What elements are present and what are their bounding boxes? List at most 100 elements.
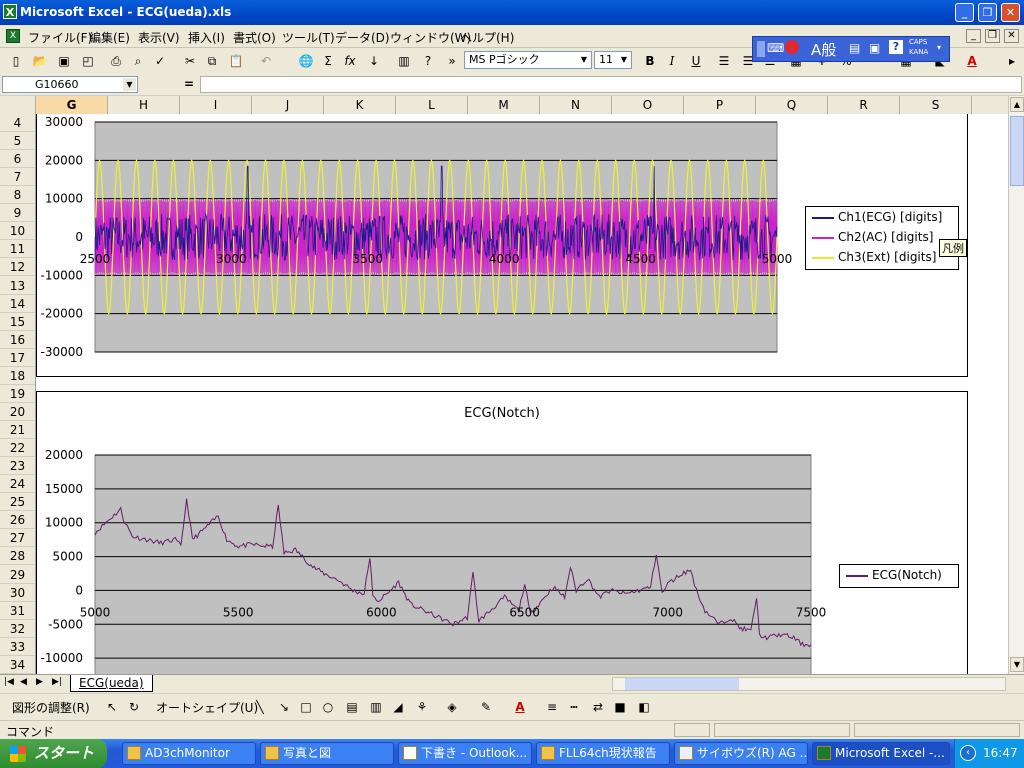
row-header-23[interactable]: 23 [0, 457, 35, 476]
line-color-icon[interactable]: ✎ [476, 697, 496, 717]
excel-app-icon[interactable]: X [3, 4, 17, 19]
toolbar-options-icon[interactable]: » [442, 51, 462, 71]
sort-ascending-icon[interactable]: ↓ [364, 51, 384, 71]
chart-1[interactable]: 30000 20000 10000 0 -10000 -20000 -30000 2500 30… [36, 114, 968, 377]
column-header-o[interactable]: O [612, 96, 684, 114]
row-header-21[interactable]: 21 [0, 421, 35, 440]
copy-icon[interactable]: ⧉ [202, 51, 222, 71]
new-icon[interactable]: ▯ [6, 51, 26, 71]
restore-button[interactable]: ❐ [978, 3, 997, 22]
column-header-l[interactable]: L [396, 96, 468, 114]
workbook-icon[interactable]: X [6, 29, 20, 43]
row-header-32[interactable]: 32 [0, 620, 35, 638]
formula-input[interactable] [200, 76, 1022, 93]
print-preview-icon[interactable]: ⌕ [128, 51, 148, 71]
row-header-9[interactable]: 9 [0, 204, 35, 223]
row-header-10[interactable]: 10 [0, 222, 35, 241]
column-header-q[interactable]: Q [756, 96, 828, 114]
prev-sheet-icon[interactable]: ◀ [20, 677, 27, 687]
scroll-down-arrow-icon[interactable]: ▼ [1010, 657, 1024, 672]
column-header-g[interactable]: G [36, 96, 108, 114]
row-header-26[interactable]: 26 [0, 511, 35, 530]
row-header-22[interactable]: 22 [0, 439, 35, 458]
ime-options-icon[interactable]: ▾ [937, 43, 941, 52]
help-icon[interactable]: ? [418, 51, 438, 71]
row-header-5[interactable]: 5 [0, 132, 35, 151]
menu-data[interactable]: データ(D) [335, 29, 390, 46]
function-icon[interactable]: fx [340, 51, 360, 71]
horizontal-scroll-thumb[interactable] [625, 678, 739, 690]
row-header-27[interactable]: 27 [0, 529, 35, 548]
line-style-icon[interactable]: ≡ [542, 697, 562, 717]
row-header-24[interactable]: 24 [0, 475, 35, 494]
row-header-19[interactable]: 19 [0, 385, 35, 403]
row-header-28[interactable]: 28 [0, 547, 35, 566]
italic-button[interactable]: I [662, 51, 682, 71]
column-header-n[interactable]: N [540, 96, 612, 114]
font-name-select[interactable]: MS Pゴシック ▼ [464, 51, 592, 69]
row-header-13[interactable]: 13 [0, 277, 35, 295]
row-header-30[interactable]: 30 [0, 584, 35, 602]
row-header-20[interactable]: 20 [0, 403, 35, 421]
row-header-29[interactable]: 29 [0, 566, 35, 584]
align-left-icon[interactable]: ☰ [714, 51, 734, 71]
keyboard-icon[interactable]: ⌨ [767, 41, 784, 55]
rotate-icon[interactable]: ↻ [124, 697, 144, 717]
row-header-6[interactable]: 6 [0, 150, 35, 169]
name-box[interactable]: G10660 ▼ [2, 76, 138, 93]
row-header-16[interactable]: 16 [0, 331, 35, 349]
menu-help[interactable]: ヘルプ(H) [460, 29, 514, 46]
cut-icon[interactable]: ✂ [180, 51, 200, 71]
chevron-down-icon[interactable]: ▼ [123, 78, 136, 91]
hyperlink-icon[interactable]: 🌐 [296, 51, 316, 71]
row-header-17[interactable]: 17 [0, 349, 35, 367]
bold-button[interactable]: B [640, 51, 660, 71]
task-fll64ch[interactable]: FLL64ch現状報告 [536, 742, 670, 765]
print-icon[interactable]: ⎙ [106, 51, 126, 71]
column-header-p[interactable]: P [684, 96, 756, 114]
row-header-15[interactable]: 15 [0, 313, 35, 331]
minimize-button[interactable]: _ [955, 3, 974, 22]
column-header-j[interactable]: J [252, 96, 324, 114]
doc-close-button[interactable]: ✕ [1004, 29, 1019, 43]
sheet-tab-ecg-ueda[interactable]: ECG(ueda) [70, 675, 153, 692]
menu-view[interactable]: 表示(V) [138, 29, 180, 46]
shadow-icon[interactable]: ■ [610, 697, 630, 717]
task-ad3chmonitor[interactable]: AD3chMonitor [122, 742, 256, 765]
row-header-25[interactable]: 25 [0, 493, 35, 512]
ime-red-icon[interactable] [785, 40, 799, 54]
toolbar-chevron-icon[interactable]: ▸ [1002, 51, 1022, 71]
last-sheet-icon[interactable]: ▶| [52, 677, 62, 687]
chart-2-legend[interactable]: ECG(Notch) [839, 564, 959, 588]
ime-handle-icon[interactable] [757, 41, 765, 57]
scroll-up-arrow-icon[interactable]: ▲ [1010, 97, 1024, 112]
worksheet-area[interactable]: 30000 20000 10000 0 -10000 -20000 -30000 2500 30… [36, 114, 1008, 674]
clipart-icon[interactable]: ⚘ [412, 697, 432, 717]
formula-equals-label[interactable]: = [184, 77, 194, 91]
close-button[interactable]: ✕ [1001, 3, 1020, 22]
rectangle-icon[interactable]: □ [296, 697, 316, 717]
row-header-34[interactable]: 34 [0, 656, 35, 674]
font-color-icon[interactable]: A [962, 51, 982, 71]
spelling-icon[interactable]: ✓ [150, 51, 170, 71]
select-object-icon[interactable]: ↖ [102, 697, 122, 717]
vertical-scrollbar[interactable]: ▲ ▼ [1008, 96, 1024, 674]
dash-style-icon[interactable]: ┅ [564, 697, 584, 717]
menu-edit[interactable]: 編集(E) [89, 29, 130, 46]
line-icon[interactable]: ╲ [250, 697, 270, 717]
arrow-style-icon[interactable]: ⇄ [588, 697, 608, 717]
first-sheet-icon[interactable]: |◀ [4, 677, 14, 687]
select-all-corner[interactable] [0, 96, 36, 114]
autosum-icon[interactable]: Σ [318, 51, 338, 71]
arrow-icon[interactable]: ↘ [274, 697, 294, 717]
vertical-textbox-icon[interactable]: ▥ [366, 697, 386, 717]
row-header-31[interactable]: 31 [0, 602, 35, 620]
scroll-thumb[interactable] [1010, 116, 1024, 186]
column-header-i[interactable]: I [180, 96, 252, 114]
menu-tools[interactable]: ツール(T) [282, 29, 335, 46]
row-header-8[interactable]: 8 [0, 186, 35, 205]
row-header-11[interactable]: 11 [0, 240, 35, 259]
task-cybozu[interactable]: サイボウズ(R) AG ... [674, 742, 808, 765]
ime-help-icon[interactable]: ? [889, 40, 903, 54]
permission-icon[interactable]: ◰ [78, 51, 98, 71]
